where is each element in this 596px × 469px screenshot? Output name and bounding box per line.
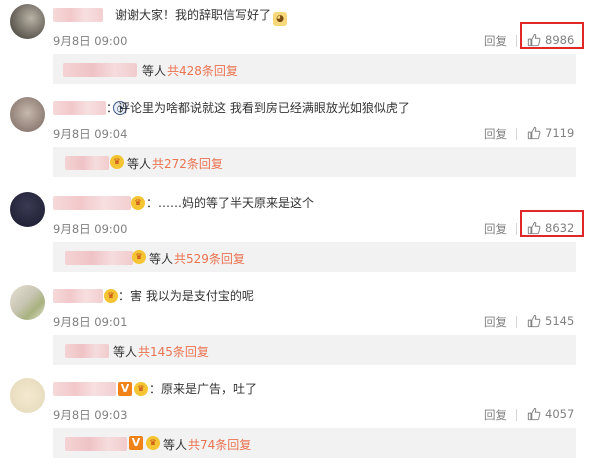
sub-reply-username-blurred: [65, 437, 127, 451]
view-replies-link[interactable]: 共529条回复: [174, 250, 245, 267]
reply-button[interactable]: 回复: [484, 407, 517, 423]
avatar[interactable]: [10, 285, 45, 320]
sub-reply-username-blurred: [65, 344, 109, 358]
vip-badge-icon: V: [129, 436, 143, 450]
sub-reply-etc: 等人: [149, 252, 174, 266]
comment-time: 9月8日 09:00: [53, 222, 128, 236]
fan-medal-icon: ♛: [134, 382, 148, 396]
view-replies-link[interactable]: 共428条回复: [167, 62, 238, 79]
like-button[interactable]: 8632: [527, 219, 574, 237]
comment-text: 谢谢大家！我的辞职信写好了 ◕: [115, 7, 288, 26]
like-button[interactable]: 5145: [527, 312, 574, 330]
sub-reply-username-blurred: [63, 63, 137, 77]
avatar[interactable]: [10, 4, 45, 39]
comment-text: ：原来是广告，吐了: [149, 382, 258, 396]
like-button[interactable]: 4057: [527, 405, 574, 423]
sub-reply-etc: 等人: [113, 345, 138, 359]
reply-button[interactable]: 回复: [484, 314, 517, 330]
sub-reply-username-blurred: [65, 156, 109, 170]
username-blurred[interactable]: [53, 196, 131, 210]
avatar[interactable]: [10, 97, 45, 132]
fan-medal-icon: ♛: [132, 250, 146, 264]
thumbs-up-icon: [527, 314, 541, 328]
sub-replies-box[interactable]: V ♛ 等人 共74条回复: [53, 428, 576, 458]
avatar[interactable]: [10, 378, 45, 413]
sub-replies-box[interactable]: 等人 共428条回复: [53, 54, 576, 84]
like-button[interactable]: 8986: [527, 31, 574, 49]
comment-time: 9月8日 09:01: [53, 315, 128, 329]
fan-medal-icon: ♛: [104, 289, 118, 303]
vip-badge-icon: V: [118, 382, 132, 396]
comment-item: V ♛ ：原来是广告，吐了 9月8日 09:03 回复 4057 V ♛ 等人 …: [0, 376, 596, 469]
username-blurred[interactable]: [53, 382, 116, 396]
like-count: 4057: [545, 407, 575, 421]
like-count: 5145: [545, 314, 575, 328]
like-button[interactable]: 7119: [527, 124, 574, 142]
fan-medal-icon: ♛: [110, 155, 124, 169]
comment-time: 9月8日 09:03: [53, 408, 128, 422]
reply-button[interactable]: 回复: [484, 126, 517, 142]
fan-medal-icon: ♛: [131, 196, 145, 210]
doge-emoji-icon: ◕: [273, 12, 288, 26]
comment-item: ♛ ：害 我以为是支付宝的呢 9月8日 09:01 回复 5145 等人 共14…: [0, 283, 596, 376]
comment-text: ：……妈的等了半天原来是这个: [146, 196, 315, 210]
fan-medal-icon: ♛: [146, 436, 160, 450]
comment-item: ♛ ：……妈的等了半天原来是这个 9月8日 09:00 回复 8632 ♛ 等人…: [0, 190, 596, 283]
view-replies-link[interactable]: 共145条回复: [138, 343, 209, 360]
username-blurred[interactable]: [53, 8, 103, 22]
view-replies-link[interactable]: 共74条回复: [188, 436, 251, 453]
like-count: 8986: [545, 33, 575, 47]
thumbs-up-icon: [527, 126, 541, 140]
reply-button[interactable]: 回复: [484, 221, 517, 237]
thumbs-up-icon: [527, 33, 541, 47]
view-replies-link[interactable]: 共272条回复: [152, 155, 223, 172]
comment-item: ◔ ：评论里为啥都说就这 我看到房已经满眼放光如狼似虎了 9月8日 09:04 …: [0, 95, 596, 188]
comment-text: ：评论里为啥都说就这 我看到房已经满眼放光如狼似虎了: [106, 101, 410, 115]
thumbs-up-icon: [527, 221, 541, 235]
comment-time: 9月8日 09:04: [53, 127, 128, 141]
thumbs-up-icon: [527, 407, 541, 421]
sub-reply-etc: 等人: [163, 438, 188, 452]
like-count: 8632: [545, 221, 575, 235]
sub-reply-etc: 等人: [127, 157, 152, 171]
sub-reply-etc: 等人: [142, 64, 167, 78]
sub-replies-box[interactable]: ♛ 等人 共272条回复: [53, 147, 576, 177]
avatar[interactable]: [10, 192, 45, 227]
sub-reply-username-blurred: [65, 251, 133, 265]
like-count: 7119: [545, 126, 575, 140]
username-blurred[interactable]: [53, 289, 103, 303]
reply-button[interactable]: 回复: [484, 33, 517, 49]
username-blurred[interactable]: [53, 101, 106, 115]
comment-time: 9月8日 09:00: [53, 34, 128, 48]
sub-replies-box[interactable]: 等人 共145条回复: [53, 335, 576, 365]
comment-item: 谢谢大家！我的辞职信写好了 ◕ 9月8日 09:00 回复 8986 等人 共42…: [0, 2, 596, 95]
comment-text: ：害 我以为是支付宝的呢: [118, 289, 254, 303]
sub-replies-box[interactable]: ♛ 等人 共529条回复: [53, 242, 576, 272]
